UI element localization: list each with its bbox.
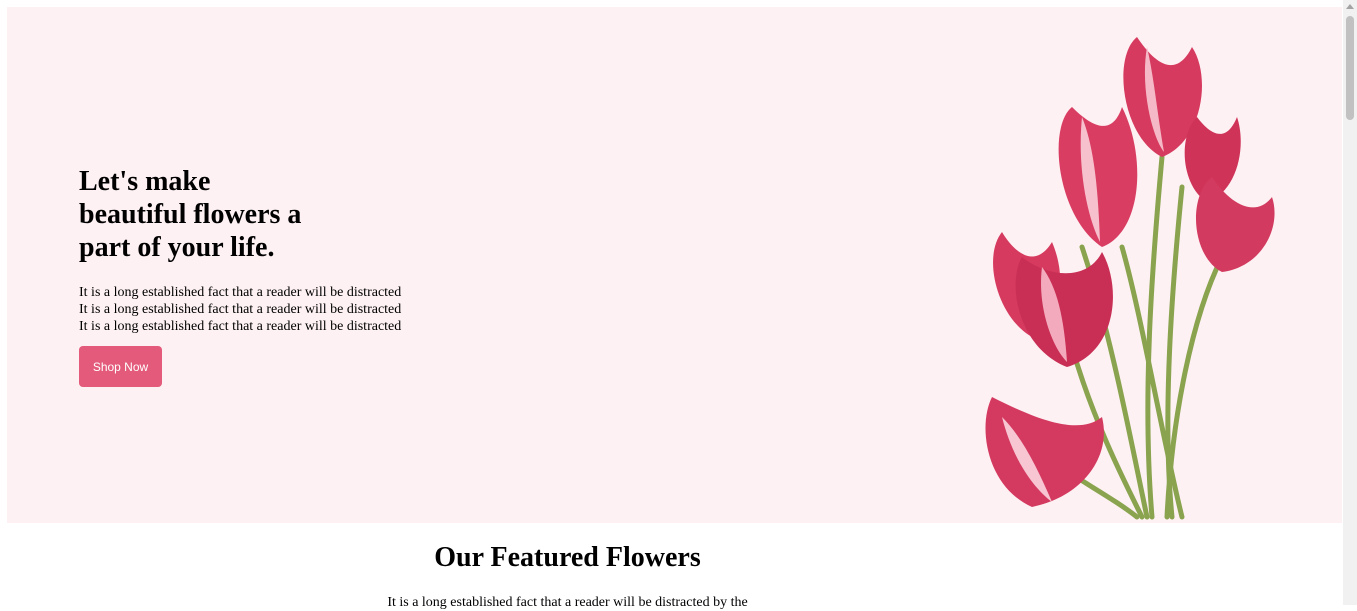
hero-description: It is a long established fact that a rea… [79,284,439,335]
vertical-scrollbar[interactable] [1343,0,1357,605]
scroll-up-icon[interactable] [1346,4,1354,9]
page: Let's make beautiful flowers a part of y… [0,0,1343,610]
hero-title: Let's make beautiful flowers a part of y… [79,166,302,263]
tulip-bouquet-image [985,37,1275,520]
hero-description-line: It is a long established fact that a rea… [79,285,402,300]
hero-text-block: Let's make beautiful flowers a part of y… [79,165,439,387]
scrollbar-thumb[interactable] [1346,16,1354,120]
featured-description: It is a long established fact that a rea… [387,595,748,610]
hero-section: Let's make beautiful flowers a part of y… [7,7,1342,523]
shop-now-button[interactable]: Shop Now [79,346,162,387]
featured-title: Our Featured Flowers [434,542,701,573]
hero-description-line: It is a long established fact that a rea… [79,302,402,317]
hero-description-line: It is a long established fact that a rea… [79,319,402,334]
